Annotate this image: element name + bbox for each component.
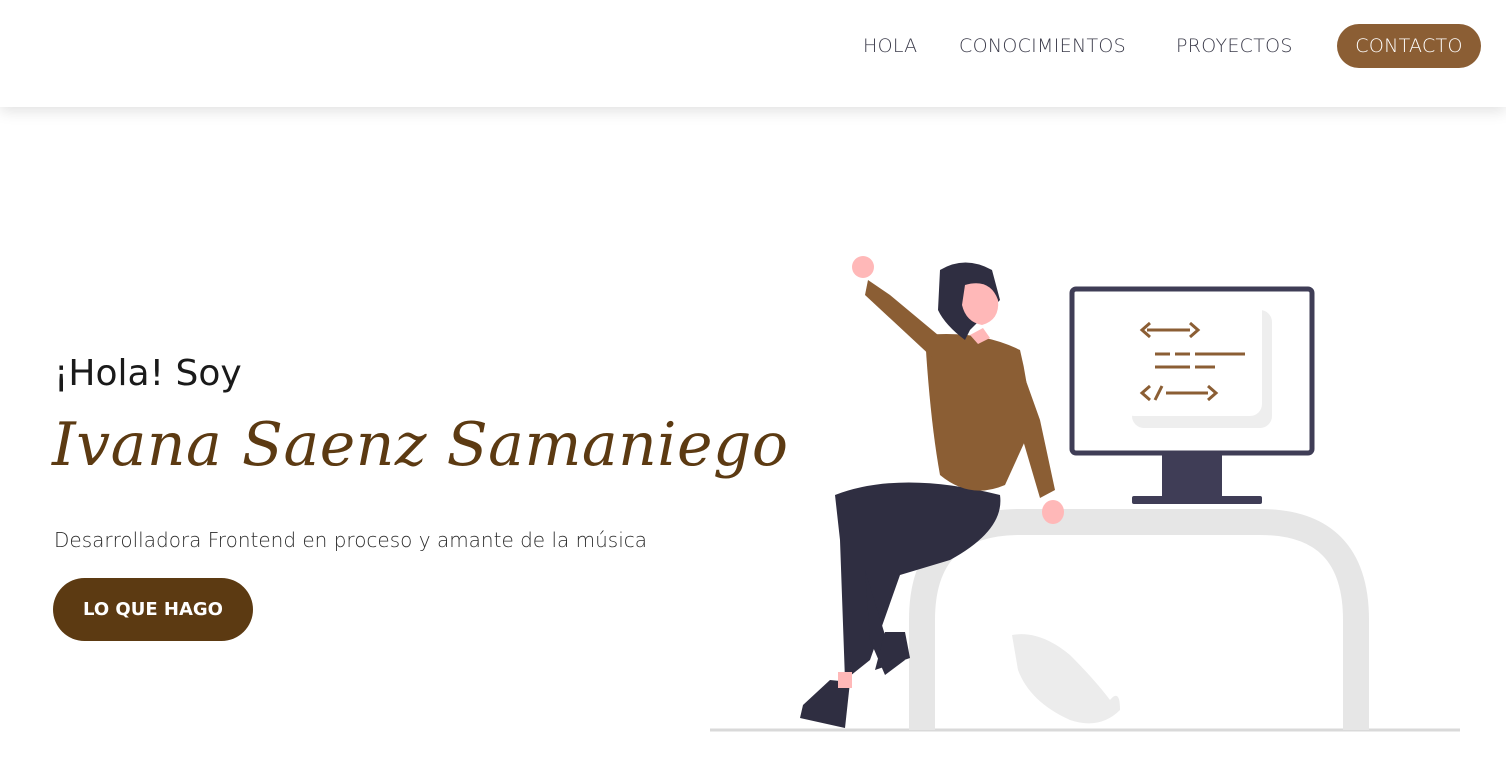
code-window-front xyxy=(1122,298,1262,416)
hero-name: Ivana Saenz Samaniego xyxy=(52,410,789,480)
navbar: HOLA CONOCIMIENTOS PROYECTOS CONTACTO xyxy=(0,0,1506,107)
raised-hand xyxy=(852,256,874,278)
nav-link-proyectos[interactable]: PROYECTOS xyxy=(1176,34,1293,58)
nav-link-hola[interactable]: HOLA xyxy=(863,34,917,58)
hero-illustration xyxy=(710,256,1460,732)
raised-arm xyxy=(865,280,950,360)
nav-contacto-button[interactable]: CONTACTO xyxy=(1337,24,1481,68)
nav-link-conocimientos[interactable]: CONOCIMIENTOS xyxy=(959,34,1126,58)
desk-arch xyxy=(909,509,1369,730)
lo-que-hago-button[interactable]: LO QUE HAGO xyxy=(53,578,253,641)
resting-hand xyxy=(1042,500,1064,524)
hero-greeting: ¡Hola! Soy xyxy=(54,353,242,394)
hero-subtitle: Desarrolladora Frontend en proceso y ama… xyxy=(54,528,648,552)
leaf-decoration xyxy=(1012,634,1120,724)
monitor xyxy=(1069,286,1315,504)
sweater xyxy=(925,334,1030,491)
